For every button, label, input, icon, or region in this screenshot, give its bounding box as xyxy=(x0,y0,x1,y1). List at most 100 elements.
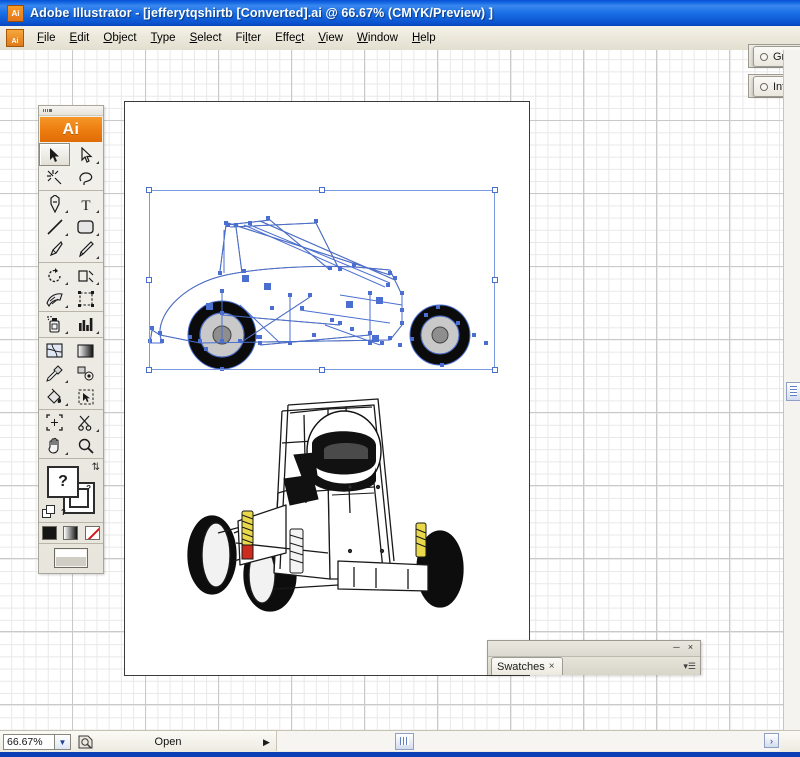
document-icon[interactable] xyxy=(6,29,24,47)
fill-stroke-controls[interactable]: ? ⇅ ? xyxy=(39,462,103,522)
handle-top-center[interactable] xyxy=(319,187,325,193)
menu-type[interactable]: Type xyxy=(144,30,183,46)
menu-effect[interactable]: Effect xyxy=(268,30,311,46)
driver-arm xyxy=(283,452,319,506)
stroke-question-indicator: ? xyxy=(61,508,66,517)
vertical-scrollbar-thumb[interactable] xyxy=(786,382,800,401)
hand-tool[interactable] xyxy=(39,434,70,457)
handle-bottom-left[interactable] xyxy=(146,367,152,373)
mesh-tool[interactable] xyxy=(39,339,70,362)
gradient-button[interactable] xyxy=(63,526,79,540)
zoom-level-input[interactable]: 66.67% xyxy=(3,734,55,750)
type-tool[interactable]: T xyxy=(70,192,101,215)
color-mode-buttons xyxy=(39,522,103,544)
default-fill-stroke-icon[interactable] xyxy=(42,505,55,518)
column-graph-tool[interactable] xyxy=(70,313,101,336)
menu-window[interactable]: Window xyxy=(350,30,405,46)
swatches-tab-row: Swatches × xyxy=(488,657,700,675)
panel-collapse-icon-2[interactable] xyxy=(760,82,768,91)
driver-helmet xyxy=(306,410,382,492)
menu-filter-a: Fi xyxy=(235,32,246,44)
sprint-car-three-quarter-artwork[interactable] xyxy=(178,383,478,613)
magic-wand-tool[interactable] xyxy=(39,166,70,189)
canvas-horizontal-scrollbar[interactable]: › xyxy=(276,731,780,751)
tools-panel-grip[interactable] xyxy=(39,106,103,116)
menu-file[interactable]: File xyxy=(30,30,63,46)
swatches-panel[interactable]: ─ × Swatches × ▾☰ xyxy=(487,640,701,675)
handle-top-left[interactable] xyxy=(146,187,152,193)
swatches-panel-titlebar[interactable]: ─ × xyxy=(488,641,700,657)
status-text: Open xyxy=(154,736,182,748)
menu-type-rest: ype xyxy=(157,32,176,44)
handle-middle-right[interactable] xyxy=(492,277,498,283)
panel-collapse-icon[interactable] xyxy=(760,52,768,61)
zoom-tool[interactable] xyxy=(70,434,101,457)
handle-top-right[interactable] xyxy=(492,187,498,193)
menu-select[interactable]: Select xyxy=(183,30,229,46)
canvas-workspace[interactable] xyxy=(0,50,800,730)
menu-select-rest: elect xyxy=(197,32,222,44)
scale-tool[interactable] xyxy=(70,264,101,287)
scroll-right-button[interactable]: › xyxy=(764,733,779,748)
menu-effect-b: t xyxy=(301,32,305,44)
color-button[interactable] xyxy=(42,526,58,540)
tool-separator-2 xyxy=(39,262,103,263)
tool-separator-1 xyxy=(39,190,103,191)
window-title: Adobe Illustrator - [jefferytqshirtb [Co… xyxy=(30,6,494,20)
menu-effect-a: Effe xyxy=(275,32,296,44)
window-titlebar[interactable]: Ai Adobe Illustrator - [jefferytqshirtb … xyxy=(0,0,800,26)
gradient-tool[interactable] xyxy=(70,339,101,362)
rotate-tool[interactable] xyxy=(39,264,70,287)
menu-help[interactable]: Help xyxy=(405,30,443,46)
line-segment-tool[interactable] xyxy=(39,215,70,238)
screen-mode-button[interactable] xyxy=(54,548,88,568)
swatches-close-button[interactable]: × xyxy=(685,643,696,653)
menu-bar: File Edit Object Type Select Filter Effe… xyxy=(0,26,800,51)
screen-mode-row xyxy=(39,544,103,573)
illustrator-window: Ai Adobe Illustrator - [jefferytqshirtb … xyxy=(0,0,800,757)
menu-file-rest: ile xyxy=(44,32,56,44)
status-cursor-icon[interactable] xyxy=(76,734,95,750)
horizontal-scrollbar-thumb[interactable] xyxy=(395,733,414,750)
swatches-panel-menu-icon[interactable]: ▾☰ xyxy=(683,662,696,671)
warp-tool[interactable] xyxy=(39,287,70,310)
menu-object[interactable]: Object xyxy=(96,30,143,46)
none-button[interactable] xyxy=(84,526,100,540)
selection-bounding-box[interactable] xyxy=(146,187,498,373)
handle-middle-left[interactable] xyxy=(146,277,152,283)
swatches-tab-close-icon[interactable]: × xyxy=(549,661,555,672)
eyedropper-tool[interactable] xyxy=(39,362,70,385)
crop-area-tool[interactable] xyxy=(39,411,70,434)
handle-bottom-right[interactable] xyxy=(492,367,498,373)
scissors-tool[interactable] xyxy=(70,411,101,434)
status-bar: 66.67% ▼ Open ▶ ‹ › xyxy=(0,730,800,753)
handle-bottom-center[interactable] xyxy=(319,367,325,373)
selection-tool[interactable] xyxy=(39,143,70,166)
direct-selection-tool[interactable] xyxy=(70,143,101,166)
menu-filter[interactable]: Filter xyxy=(229,30,269,46)
zoom-dropdown-button[interactable]: ▼ xyxy=(55,734,71,750)
swatches-tab[interactable]: Swatches × xyxy=(491,657,563,675)
status-dropdown-icon[interactable]: ▶ xyxy=(263,737,270,748)
menu-edit[interactable]: Edit xyxy=(63,30,97,46)
live-paint-bucket-tool[interactable] xyxy=(39,385,70,408)
menu-view[interactable]: View xyxy=(311,30,350,46)
menu-window-rest: indow xyxy=(367,32,398,44)
tools-panel[interactable]: Ai T ? ? ⇅ ? xyxy=(38,105,104,574)
swatches-minimize-button[interactable]: ─ xyxy=(671,643,682,653)
menu-filter-b: ter xyxy=(247,32,262,44)
blend-tool[interactable] xyxy=(70,362,101,385)
symbol-sprayer-tool[interactable] xyxy=(39,313,70,336)
window-bottom-frame xyxy=(0,752,800,757)
swap-fill-stroke-icon[interactable]: ⇅ xyxy=(92,463,100,473)
paintbrush-tool[interactable] xyxy=(39,238,70,261)
free-transform-tool[interactable] xyxy=(70,287,101,310)
fill-swatch[interactable]: ? xyxy=(47,466,79,498)
tool-grid: T xyxy=(39,143,103,460)
rectangle-tool[interactable] xyxy=(70,215,101,238)
canvas-vertical-scrollbar[interactable] xyxy=(783,50,800,730)
pencil-tool[interactable] xyxy=(70,238,101,261)
pen-tool[interactable] xyxy=(39,192,70,215)
lasso-tool[interactable] xyxy=(70,166,101,189)
live-paint-selection-tool[interactable] xyxy=(70,385,101,408)
